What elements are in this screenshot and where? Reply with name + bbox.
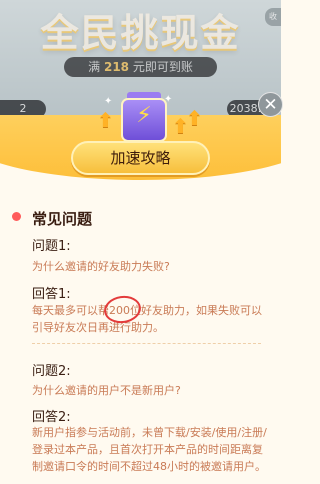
- answer-text: 新用户指参与活动前，未曾下载/安装/使用/注册/登录过本产品，且首次打开本产品的…: [32, 426, 267, 473]
- question-text: 为什么邀请的用户不是新用户?: [32, 384, 181, 397]
- up-arrow-icon: ⬆: [97, 108, 114, 132]
- answer-label: 回答1:: [32, 287, 71, 302]
- badge-suffix: 元即可到账: [132, 60, 193, 74]
- speed-guide-button[interactable]: 加速攻略: [71, 141, 210, 175]
- faq-title: 常见问题: [32, 210, 93, 228]
- close-icon[interactable]: ✕: [258, 92, 283, 117]
- badge-amount: 218: [103, 60, 130, 74]
- battery-charge-icon: ⚡: [119, 92, 169, 144]
- answer-text: 每天最多可以帮200位好友助力，如果失败可以引导好友次日再进行助力。: [32, 304, 262, 334]
- faq-bullet-icon: [12, 212, 21, 221]
- question-text: 为什么邀请的好友助力失败?: [32, 260, 170, 273]
- background-badge: 满 218 元即可到账: [64, 57, 217, 77]
- question-label: 问题2:: [32, 364, 71, 379]
- question-label: 问题1:: [32, 239, 71, 254]
- sparkle-icon: ✦: [164, 94, 173, 105]
- background-title: 全民挑现金: [40, 11, 241, 55]
- answer-label: 回答2:: [32, 410, 71, 425]
- badge-prefix: 满: [88, 60, 101, 74]
- up-arrow-icon: ⬆: [186, 106, 203, 130]
- faq-divider: [32, 343, 261, 344]
- background-corner-label: 收: [265, 8, 281, 26]
- sparkle-icon: ✦: [104, 96, 113, 107]
